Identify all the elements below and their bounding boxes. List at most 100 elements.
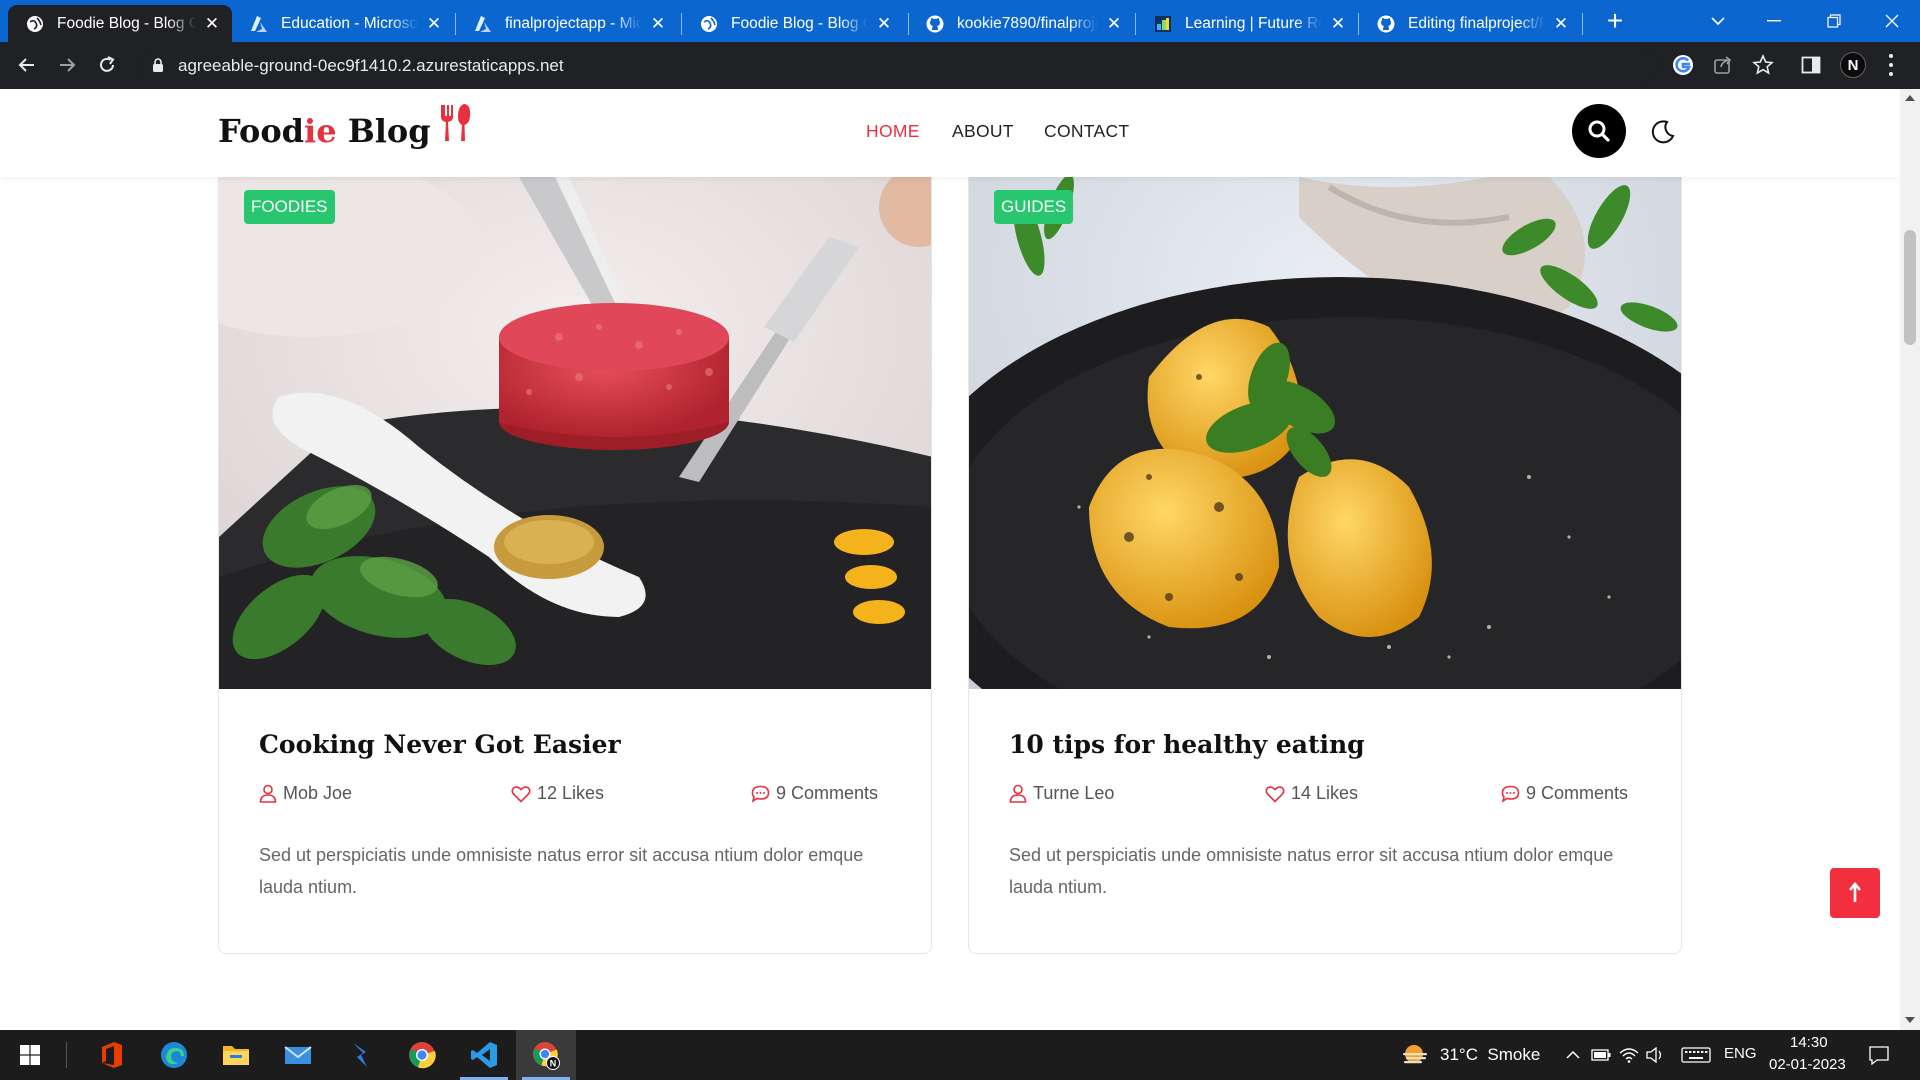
- logo-text-part1: Food: [218, 112, 305, 150]
- battery-icon[interactable]: [1590, 1044, 1612, 1066]
- search-button[interactable]: [1572, 104, 1626, 158]
- site-logo[interactable]: Food ie Blog: [218, 104, 473, 151]
- scrollbar-thumb[interactable]: [1904, 230, 1916, 345]
- category-badge[interactable]: GUIDES: [994, 190, 1074, 224]
- nav-home[interactable]: HOME: [866, 121, 920, 142]
- nav-contact[interactable]: CONTACT: [1044, 121, 1129, 142]
- taskbar-mail[interactable]: [268, 1030, 328, 1080]
- arrow-right-icon: [60, 58, 76, 72]
- post-author[interactable]: Mob Joe: [259, 783, 352, 804]
- chrome-icon: [409, 1042, 436, 1069]
- post-author[interactable]: Turne Leo: [1009, 783, 1114, 804]
- post-likes[interactable]: 12 Likes: [511, 783, 604, 804]
- close-icon[interactable]: ✕: [1551, 14, 1571, 34]
- browser-menu-icon[interactable]: [1886, 54, 1896, 76]
- keyboard-icon[interactable]: [1680, 1044, 1712, 1066]
- cutlery-icon: [437, 103, 473, 151]
- taskbar-chrome-profile[interactable]: N: [516, 1030, 576, 1080]
- tab-github-editing[interactable]: Editing finalproject/README.md ✕: [1359, 5, 1581, 42]
- address-bar[interactable]: agreeable-ground-0ec9f1410.2.azurestatic…: [138, 48, 1658, 83]
- share-icon[interactable]: [1710, 52, 1736, 78]
- close-icon[interactable]: ✕: [424, 14, 444, 34]
- close-icon[interactable]: ✕: [202, 14, 222, 34]
- google-lens-icon[interactable]: [1670, 52, 1696, 78]
- lock-icon: [152, 58, 164, 77]
- tab-title: kookie7890/finalproject: [957, 14, 1098, 32]
- side-panel-icon[interactable]: [1798, 52, 1824, 78]
- tab-learning[interactable]: Learning | Future Ready Talent ✕: [1136, 5, 1358, 42]
- tab-foodie-blog-2[interactable]: Foodie Blog - Blog Category ✕: [682, 5, 904, 42]
- tab-foodie-blog[interactable]: Foodie Blog - Blog Category ✕: [8, 5, 232, 42]
- post-excerpt: Sed ut perspiciatis unde omnisiste natus…: [259, 845, 864, 897]
- lightning-icon: [353, 1043, 367, 1067]
- post-card[interactable]: FOODIES Cooking Never Got Easier Mob Joe…: [218, 177, 932, 954]
- tab-search-button[interactable]: [1690, 0, 1746, 42]
- weather-icon[interactable]: [1400, 1042, 1430, 1068]
- chevron-up-icon[interactable]: [1562, 1044, 1584, 1066]
- taskbar-vscode[interactable]: [454, 1030, 514, 1080]
- taskbar-file-explorer[interactable]: [206, 1030, 266, 1080]
- wifi-icon[interactable]: [1618, 1044, 1640, 1066]
- tab-finalprojectapp-azure[interactable]: finalprojectapp - Microsoft Azure ✕: [456, 5, 678, 42]
- notification-icon[interactable]: [1868, 1044, 1890, 1066]
- scroll-down-arrow-icon[interactable]: [1905, 1017, 1915, 1023]
- forward-button[interactable]: [52, 50, 82, 80]
- learning-icon: [1154, 15, 1172, 33]
- clock-time[interactable]: 14:30: [1790, 1034, 1828, 1051]
- minimize-button[interactable]: [1746, 0, 1802, 42]
- back-button[interactable]: [12, 50, 42, 80]
- start-button[interactable]: [0, 1030, 60, 1080]
- reload-icon: [100, 56, 115, 72]
- taskbar-office[interactable]: [82, 1030, 142, 1080]
- post-image-steak-tartare[interactable]: FOODIES: [219, 177, 931, 689]
- volume-icon[interactable]: [1644, 1044, 1666, 1066]
- post-title[interactable]: 10 tips for healthy eating: [1009, 730, 1365, 759]
- post-image-grilled-corn[interactable]: GUIDES: [969, 177, 1681, 689]
- url-text: agreeable-ground-0ec9f1410.2.azurestatic…: [178, 56, 564, 75]
- close-icon[interactable]: ✕: [1328, 14, 1348, 34]
- close-icon[interactable]: ✕: [1104, 14, 1124, 34]
- tab-title: Foodie Blog - Blog Category: [57, 14, 196, 32]
- tab-github-repo[interactable]: kookie7890/finalproject ✕: [908, 5, 1134, 42]
- scroll-to-top-button[interactable]: [1830, 868, 1880, 918]
- vscode-icon: [471, 1042, 497, 1068]
- weather-text[interactable]: 31°C Smoke: [1440, 1045, 1540, 1065]
- taskbar-chrome[interactable]: [392, 1030, 452, 1080]
- comments-count: 9 Comments: [1526, 783, 1629, 803]
- search-icon: [1588, 120, 1610, 142]
- post-comments[interactable]: 9 Comments: [751, 783, 878, 804]
- author-name: Turne Leo: [1033, 783, 1115, 803]
- post-title[interactable]: Cooking Never Got Easier: [259, 730, 621, 759]
- restore-button[interactable]: [1806, 0, 1862, 42]
- taskbar-edge[interactable]: [144, 1030, 204, 1080]
- tab-title: finalprojectapp - Microsoft Azure: [505, 14, 642, 32]
- mail-icon: [284, 1046, 312, 1064]
- scroll-up-arrow-icon[interactable]: [1905, 95, 1915, 101]
- clock-date[interactable]: 02-01-2023: [1769, 1056, 1846, 1073]
- windows-taskbar: N 31°C Smoke ENG 14:30 02-01-2023: [0, 1030, 1920, 1080]
- tab-title: Learning | Future Ready Talent: [1185, 14, 1322, 32]
- page-viewport: FOODIES Cooking Never Got Easier Mob Joe…: [0, 89, 1900, 1030]
- reload-button[interactable]: [92, 50, 122, 80]
- taskbar-power-automate[interactable]: [330, 1030, 390, 1080]
- dark-mode-toggle[interactable]: [1648, 117, 1678, 147]
- new-tab-button[interactable]: +: [1598, 4, 1632, 38]
- profile-avatar[interactable]: N: [1840, 52, 1866, 78]
- nav-about[interactable]: ABOUT: [952, 121, 1014, 142]
- close-icon[interactable]: ✕: [874, 14, 894, 34]
- language-indicator[interactable]: ENG: [1724, 1045, 1757, 1062]
- tab-education-azure[interactable]: Education - Microsoft Azure ✕: [232, 5, 454, 42]
- post-likes[interactable]: 14 Likes: [1265, 783, 1358, 804]
- category-badge[interactable]: FOODIES: [244, 190, 335, 224]
- tab-title: Foodie Blog - Blog Category: [731, 14, 868, 32]
- close-icon[interactable]: ✕: [648, 14, 668, 34]
- site-header: Food ie Blog HOME ABOUT CONTACT: [0, 89, 1900, 177]
- user-icon: [1009, 784, 1027, 803]
- user-icon: [259, 784, 277, 803]
- bookmark-star-icon[interactable]: [1750, 52, 1776, 78]
- post-comments[interactable]: 9 Comments: [1501, 783, 1628, 804]
- logo-text-part3: Blog: [336, 112, 431, 150]
- post-card[interactable]: GUIDES 10 tips for healthy eating Turne …: [968, 177, 1682, 954]
- page-scrollbar[interactable]: [1900, 89, 1920, 1030]
- close-window-button[interactable]: [1864, 0, 1920, 42]
